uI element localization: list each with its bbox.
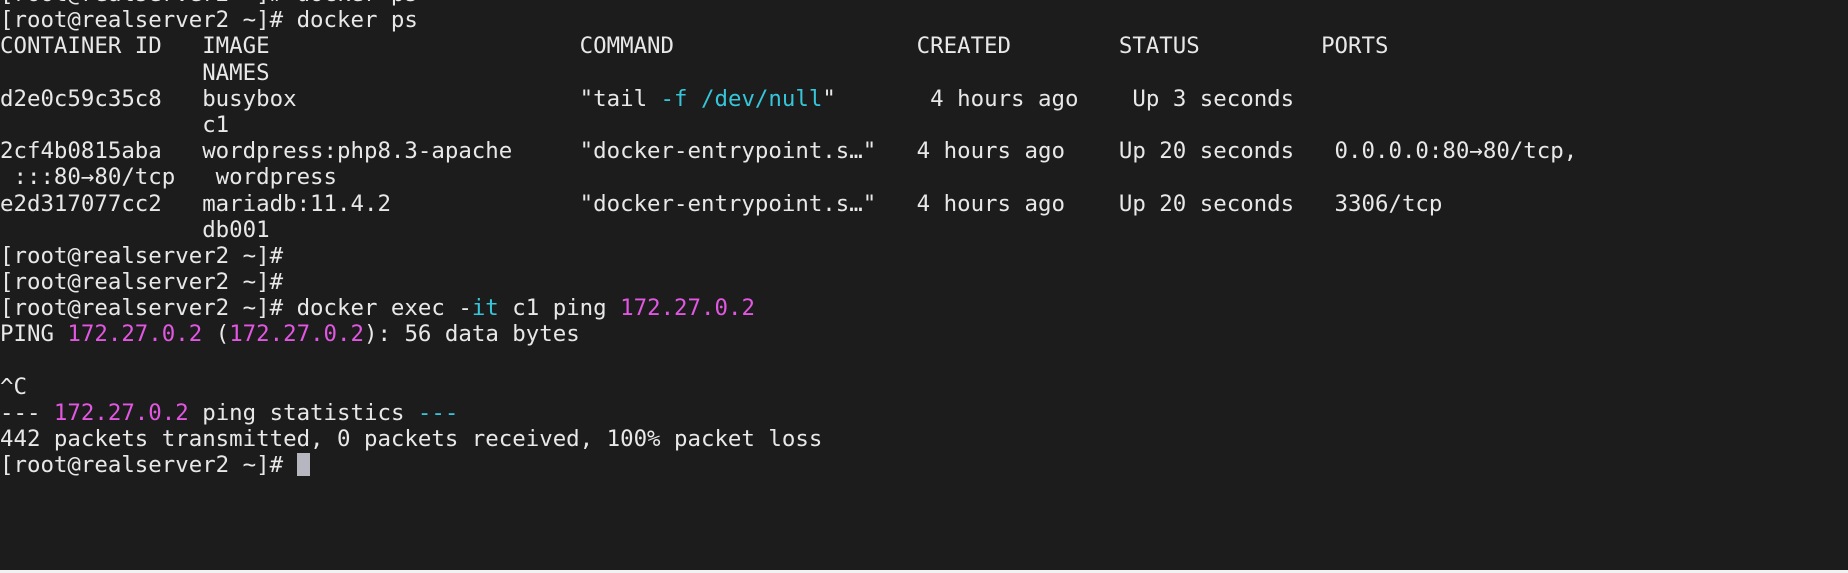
line-row-busybox: d2e0c59c35c8 busybox "tail -f /dev/null"… — [0, 86, 1848, 112]
line-ping-statistics-seg-1: 172.27.0.2 — [53, 400, 189, 426]
line-interrupt: ^C — [0, 374, 1848, 400]
line-cmd-docker-exec-ping-seg-1: - — [458, 295, 472, 322]
line-row-wordpress: 2cf4b0815aba wordpress:php8.3-apache "do… — [0, 138, 1848, 164]
line-cmd-docker-exec-ping-seg-3: c1 ping — [498, 295, 621, 322]
line-header-docker-ps-wrap-seg-0: NAMES — [0, 59, 270, 86]
line-cmd-docker-exec-ping-seg-2: it — [471, 295, 499, 322]
line-row-wordpress-wrap-seg-0: :::80→80/tcp wordpress — [0, 164, 338, 191]
line-ping-header: PING 172.27.0.2 (172.27.0.2): 56 data by… — [0, 321, 1848, 347]
line-prompt-empty-2-seg-0: [root@realserver2 ~]# — [0, 269, 284, 296]
line-cmd-docker-exec-ping-seg-0: [root@realserver2 ~]# docker exec — [0, 295, 459, 322]
line-cmd-docker-ps-seg-0: [root@realserver2 ~]# docker ps — [0, 7, 418, 34]
line-row-busybox-seg-1: -f — [660, 85, 688, 112]
line-ping-header-seg-2: ( — [202, 321, 230, 348]
line-ping-statistics-seg-2: ping statistics — [188, 400, 418, 426]
line-row-mariadb-seg-0: e2d317077cc2 mariadb:11.4.2 "docker-entr… — [0, 190, 1443, 217]
line-row-wordpress-wrap: :::80→80/tcp wordpress — [0, 164, 1848, 190]
line-row-busybox-seg-4: " 4 hours ago Up 3 seconds — [822, 85, 1295, 112]
line-header-docker-ps-wrap: NAMES — [0, 60, 1848, 86]
line-header-docker-ps-seg-0: CONTAINER ID IMAGE COMMAND CREATED STATU… — [0, 33, 1389, 60]
line-prompt-empty-1-seg-0: [root@realserver2 ~]# — [0, 242, 284, 269]
line-ping-statistics: --- 172.27.0.2 ping statistics --- — [0, 400, 1848, 426]
line-row-busybox-wrap: c1 — [0, 112, 1848, 138]
line-ping-header-seg-1: 172.27.0.2 — [67, 321, 203, 348]
line-blank-1 — [0, 348, 1848, 374]
line-ping-header-seg-4: ): 56 data bytes — [364, 321, 580, 348]
line-ping-summary-seg-0: 442 packets transmitted, 0 packets recei… — [0, 426, 823, 453]
line-row-mariadb-wrap: db001 — [0, 217, 1848, 243]
line-row-busybox-seg-3: /dev/null — [701, 85, 823, 112]
line-ping-header-seg-3: 172.27.0.2 — [229, 321, 364, 348]
line-ping-statistics-seg-3: --- — [417, 400, 459, 426]
line-prompt-cursor-seg-0: [root@realserver2 ~]# — [0, 452, 297, 479]
line-row-busybox-seg-2 — [688, 86, 701, 112]
line-row-wordpress-seg-0: 2cf4b0815aba wordpress:php8.3-apache "do… — [0, 138, 1578, 165]
text-cursor — [296, 453, 310, 477]
line-cmd-docker-ps: [root@realserver2 ~]# docker ps — [0, 7, 1848, 33]
line-header-docker-ps: CONTAINER ID IMAGE COMMAND CREATED STATU… — [0, 33, 1848, 59]
line-interrupt-seg-0: ^C — [0, 373, 27, 400]
terminal-screen[interactable]: [root@realserver2 ~]# docker ps[root@rea… — [0, 0, 1848, 479]
line-row-mariadb: e2d317077cc2 mariadb:11.4.2 "docker-entr… — [0, 191, 1848, 217]
line-row-busybox-seg-0: d2e0c59c35c8 busybox "tail — [0, 85, 661, 112]
line-ping-statistics-seg-0: --- — [0, 400, 54, 426]
line-prompt-partial-top: [root@realserver2 ~]# docker ps — [0, 0, 1848, 7]
line-prompt-partial-top-seg-0: [root@realserver2 ~]# docker ps — [0, 0, 418, 7]
line-prompt-cursor: [root@realserver2 ~]# — [0, 452, 1848, 478]
line-row-mariadb-wrap-seg-0: db001 — [0, 216, 270, 243]
line-ping-header-seg-0: PING — [0, 321, 68, 348]
line-cmd-docker-exec-ping-seg-4: 172.27.0.2 — [620, 295, 755, 322]
line-row-busybox-wrap-seg-0: c1 — [0, 111, 230, 138]
line-cmd-docker-exec-ping: [root@realserver2 ~]# docker exec -it c1… — [0, 295, 1848, 321]
line-ping-summary: 442 packets transmitted, 0 packets recei… — [0, 426, 1848, 452]
terminal-window[interactable]: [root@realserver2 ~]# docker ps[root@rea… — [0, 0, 1848, 573]
line-prompt-empty-1: [root@realserver2 ~]# — [0, 243, 1848, 269]
line-prompt-empty-2: [root@realserver2 ~]# — [0, 269, 1848, 295]
